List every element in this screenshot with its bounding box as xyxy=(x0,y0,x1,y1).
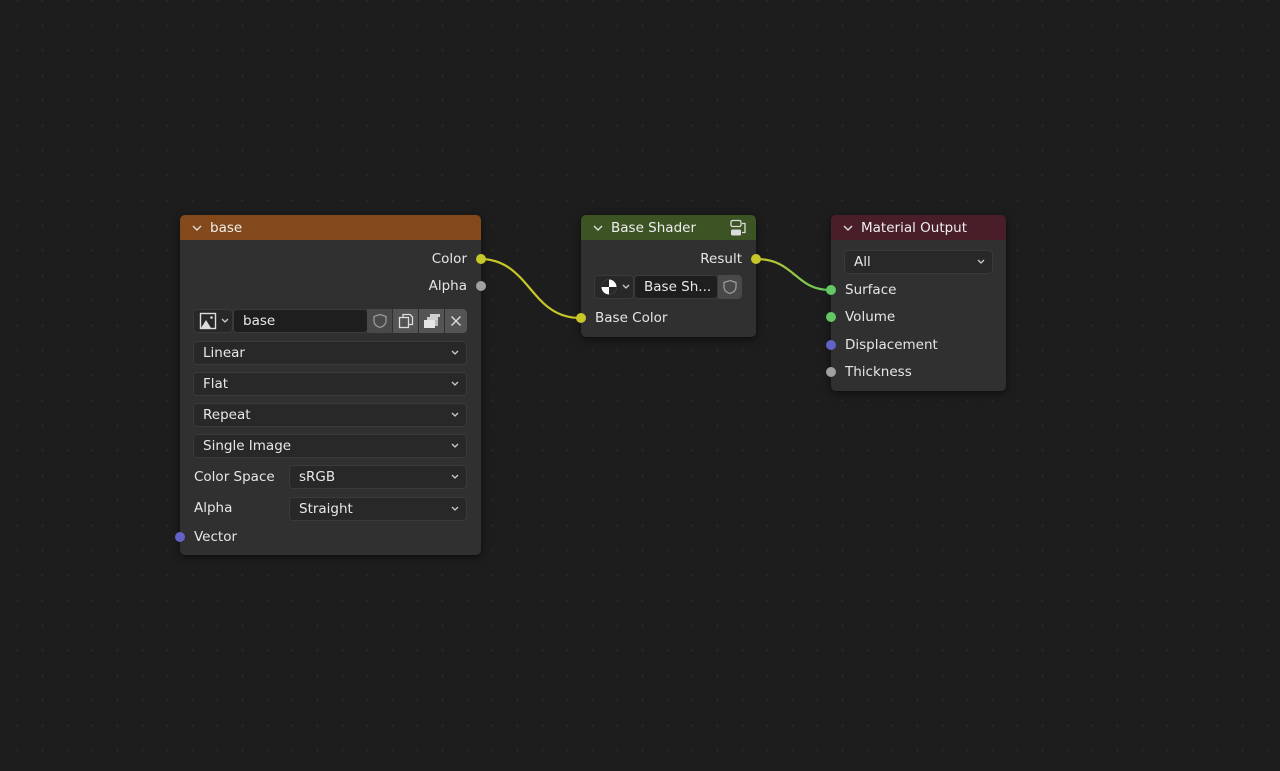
fake-user-button[interactable] xyxy=(367,309,392,333)
socket-thickness-in[interactable] xyxy=(826,367,836,377)
material-output-node[interactable]: Material Output All Surface Volume Displ… xyxy=(826,215,1006,391)
chevron-down-icon xyxy=(977,259,985,264)
socket-displacement-in[interactable] xyxy=(826,340,836,350)
base-shader-group-node[interactable]: Base Shader Result Base Sh... Base Color xyxy=(576,215,761,337)
chevron-down-icon xyxy=(451,474,459,479)
image-texture-node[interactable]: base Color Alpha base Linear Flat Repeat… xyxy=(175,215,486,555)
extension-dropdown[interactable]: Repeat xyxy=(193,403,467,427)
socket-color-out[interactable] xyxy=(476,254,486,264)
chevron-down-icon xyxy=(622,284,630,289)
socket-alpha-out[interactable] xyxy=(476,281,486,291)
socket-volume-in[interactable] xyxy=(826,312,836,322)
output-result: Result xyxy=(700,251,742,267)
chevron-down-icon xyxy=(451,350,459,355)
image-type-button[interactable] xyxy=(193,309,233,333)
pack-image-button[interactable] xyxy=(419,309,444,333)
chevron-down-icon xyxy=(221,318,229,323)
node-tree-icon xyxy=(601,279,617,295)
output-alpha: Alpha xyxy=(428,278,467,294)
shield-icon xyxy=(723,279,737,295)
node-title: Base Shader xyxy=(611,219,696,236)
input-base-color: Base Color xyxy=(595,310,668,326)
node-group-name-field[interactable]: Base Sh... xyxy=(634,275,718,299)
interpolation-dropdown[interactable]: Linear xyxy=(193,341,467,365)
node-group-icon[interactable] xyxy=(729,219,747,237)
link-color-to-base-color xyxy=(479,257,581,320)
collapse-chevron-icon[interactable] xyxy=(841,221,855,235)
chevron-down-icon xyxy=(451,506,459,511)
node-tree-type-button[interactable] xyxy=(594,275,634,299)
target-dropdown[interactable]: All xyxy=(844,250,993,274)
input-displacement: Displacement xyxy=(845,337,938,353)
projection-dropdown[interactable]: Flat xyxy=(193,372,467,396)
node-header[interactable]: Base Shader xyxy=(581,215,756,240)
link-result-to-surface xyxy=(755,257,831,292)
socket-result-out[interactable] xyxy=(751,254,761,264)
node-title: base xyxy=(210,219,243,236)
input-thickness: Thickness xyxy=(845,364,912,380)
node-header[interactable]: Material Output xyxy=(831,215,1006,240)
chevron-down-icon xyxy=(451,443,459,448)
socket-surface-in[interactable] xyxy=(826,285,836,295)
shield-icon xyxy=(372,313,387,329)
alpha-mode-dropdown[interactable]: Straight xyxy=(289,497,467,521)
input-surface: Surface xyxy=(845,282,897,298)
alpha-label: Alpha xyxy=(194,500,233,516)
output-color: Color xyxy=(431,251,467,267)
duplicate-image-button[interactable] xyxy=(393,309,418,333)
chevron-down-icon xyxy=(451,412,459,417)
close-icon xyxy=(451,316,461,326)
fake-user-button[interactable] xyxy=(718,275,742,299)
chevron-down-icon xyxy=(451,381,459,386)
input-volume: Volume xyxy=(845,309,896,325)
node-header[interactable]: base xyxy=(180,215,481,240)
image-name-field[interactable]: base xyxy=(233,309,368,333)
socket-vector-in[interactable] xyxy=(175,532,185,542)
pack-icon xyxy=(423,314,440,328)
image-icon xyxy=(199,312,217,330)
unlink-image-button[interactable] xyxy=(445,309,467,333)
color-space-dropdown[interactable]: sRGB xyxy=(289,465,467,489)
collapse-chevron-icon[interactable] xyxy=(591,221,605,235)
collapse-chevron-icon[interactable] xyxy=(190,221,204,235)
input-vector: Vector xyxy=(194,529,238,545)
color-space-label: Color Space xyxy=(194,469,275,485)
node-title: Material Output xyxy=(861,219,968,236)
socket-base-color-in[interactable] xyxy=(576,313,586,323)
duplicate-icon xyxy=(398,313,413,329)
source-dropdown[interactable]: Single Image xyxy=(193,434,467,458)
